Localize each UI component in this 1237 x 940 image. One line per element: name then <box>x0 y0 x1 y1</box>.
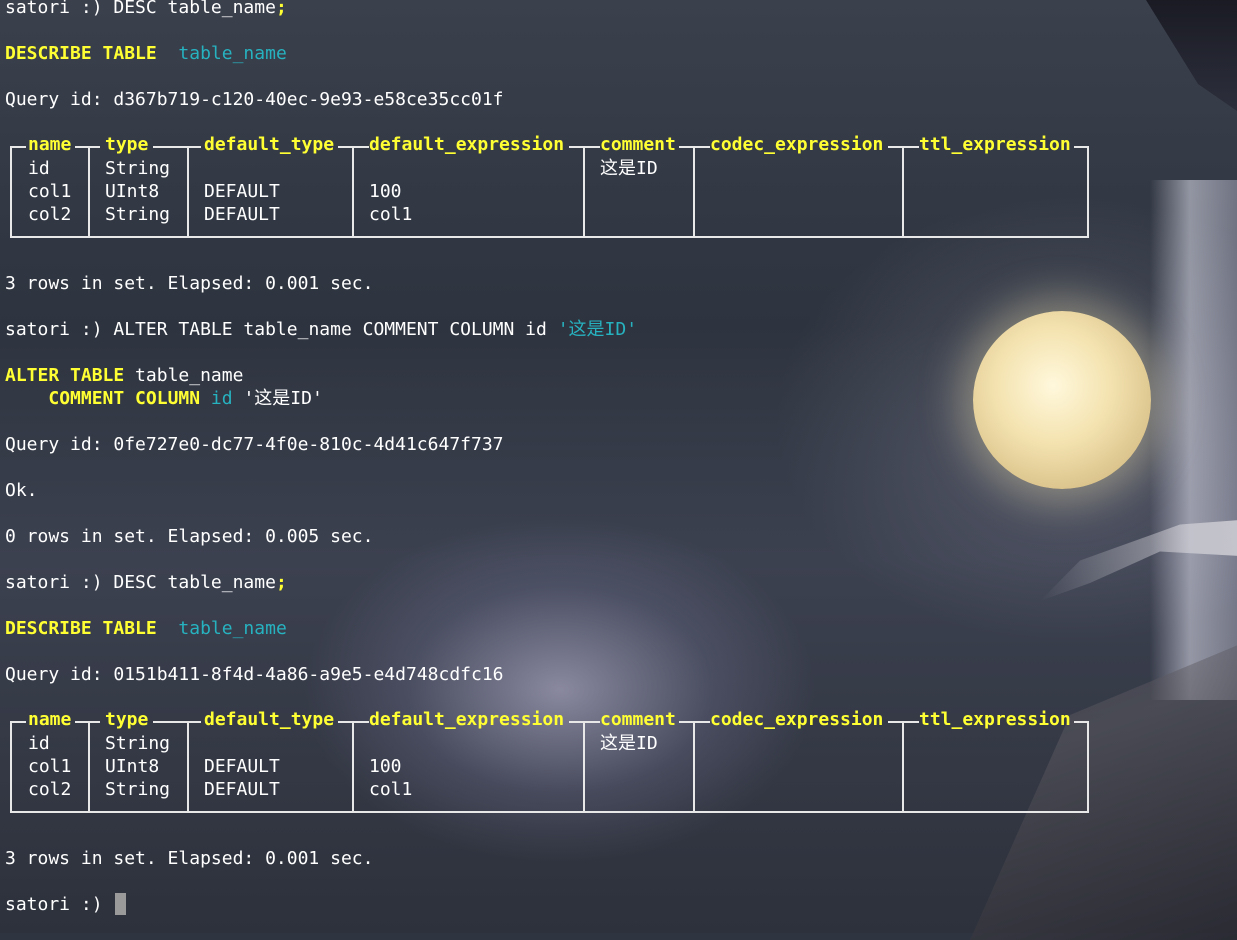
table-cell: col1 <box>369 779 413 800</box>
sql-keyword: DESCRIBE TABLE <box>5 618 157 639</box>
ok-message: Ok. <box>5 480 38 501</box>
final-prompt[interactable]: satori :) <box>5 893 103 916</box>
table-cell: id <box>28 158 50 179</box>
command-line: satori :) DESC table_name; <box>5 571 287 594</box>
table-cell: String <box>105 779 171 800</box>
table-cell: UInt8 <box>105 181 160 202</box>
terminal-window[interactable]: satori :) DESC table_name; DESCRIBE TABL… <box>0 0 1237 933</box>
column-header: type <box>105 709 149 730</box>
column-header: ttl_expression <box>919 134 1071 155</box>
table-cell: col1 <box>28 756 72 777</box>
table-cell: 100 <box>369 756 402 777</box>
column-header: codec_expression <box>710 709 884 730</box>
command-text: ALTER TABLE table_name COMMENT COLUMN id <box>113 319 558 340</box>
column-header: default_expression <box>369 709 565 730</box>
sql-keyword: COMMENT COLUMN <box>48 388 201 409</box>
table-cell: col1 <box>28 181 72 202</box>
command-terminator: ; <box>275 0 287 18</box>
table-cell: String <box>105 158 171 179</box>
table-cell: 这是ID <box>600 733 658 754</box>
column-header: default_type <box>204 134 335 155</box>
table-cell: 这是ID <box>600 158 658 179</box>
command-line: satori :) DESC table_name; <box>5 0 287 19</box>
column-header: default_type <box>204 709 335 730</box>
table-cell: id <box>28 733 50 754</box>
sql-identifier: id <box>210 388 233 409</box>
command-terminator: ; <box>275 572 287 593</box>
table-cell: UInt8 <box>105 756 160 777</box>
formatted-query: DESCRIBE TABLE table_name <box>5 42 287 65</box>
command-string-literal: '这是ID' <box>557 319 638 340</box>
result-summary: 3 rows in set. Elapsed: 0.001 sec. <box>5 273 374 294</box>
result-table: name type default_type default_expressio… <box>10 709 1089 813</box>
sql-identifier: table_name <box>178 43 287 64</box>
column-header: codec_expression <box>710 134 884 155</box>
formatted-query: DESCRIBE TABLE table_name <box>5 617 287 640</box>
result-summary: 0 rows in set. Elapsed: 0.005 sec. <box>5 526 374 547</box>
formatted-query-line-2: COMMENT COLUMN id '这是ID' <box>5 387 323 410</box>
column-header: ttl_expression <box>919 709 1071 730</box>
query-id: Query id: 0151b411-8f4d-4a86-a9e5-e4d748… <box>5 664 504 685</box>
column-header: type <box>105 134 149 155</box>
command-line: satori :) ALTER TABLE table_name COMMENT… <box>5 318 637 341</box>
column-header: default_expression <box>369 134 565 155</box>
table-cell: col2 <box>28 779 72 800</box>
sql-string-literal: '这是ID' <box>232 388 323 409</box>
column-header: name <box>28 709 72 730</box>
table-cell: String <box>105 733 171 754</box>
sql-keyword: ALTER TABLE <box>5 365 125 386</box>
prompt: satori :) <box>5 319 114 340</box>
column-header: comment <box>600 709 676 730</box>
query-id: Query id: d367b719-c120-40ec-9e93-e58ce3… <box>5 89 504 110</box>
table-cell: String <box>105 204 171 225</box>
query-id: Query id: 0fe727e0-dc77-4f0e-810c-4d41c6… <box>5 434 504 455</box>
prompt: satori :) <box>5 572 114 593</box>
sql-identifier: table_name <box>124 365 244 386</box>
formatted-query-line-1: ALTER TABLE table_name <box>5 364 243 387</box>
text-cursor <box>115 893 126 915</box>
table-cell: DEFAULT <box>204 181 280 202</box>
table-cell: 100 <box>369 181 402 202</box>
column-header: comment <box>600 134 676 155</box>
table-cell: DEFAULT <box>204 204 280 225</box>
command-text: DESC table_name <box>113 0 276 18</box>
sql-keyword: DESCRIBE TABLE <box>5 43 157 64</box>
table-cell: DEFAULT <box>204 779 280 800</box>
sql-identifier: table_name <box>178 618 287 639</box>
table-cell: col1 <box>369 204 413 225</box>
command-text: DESC table_name <box>113 572 276 593</box>
result-table: name type default_type default_expressio… <box>10 134 1089 238</box>
prompt: satori :) <box>5 0 114 18</box>
table-cell: DEFAULT <box>204 756 280 777</box>
column-header: name <box>28 134 72 155</box>
table-cell: col2 <box>28 204 72 225</box>
result-summary: 3 rows in set. Elapsed: 0.001 sec. <box>5 848 374 869</box>
